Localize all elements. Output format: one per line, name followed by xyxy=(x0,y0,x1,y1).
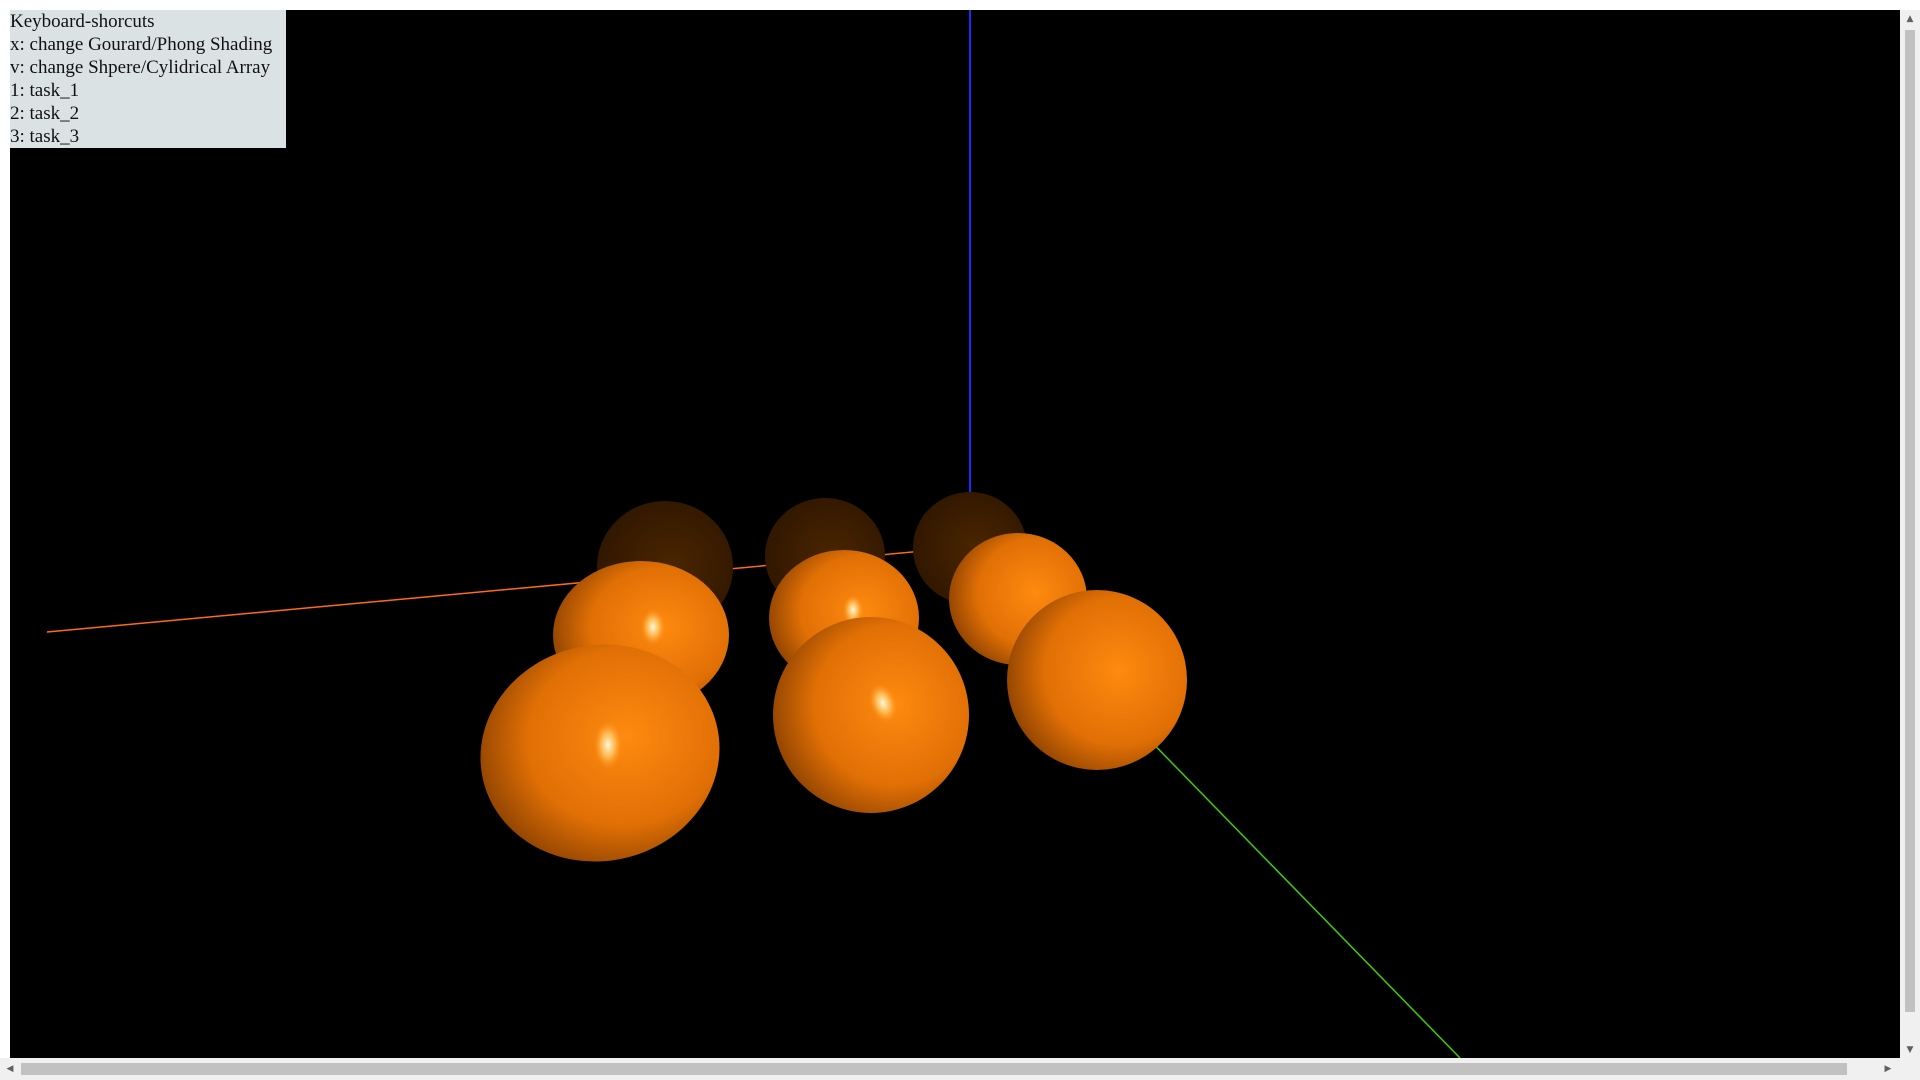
shortcut-task-2: 2: task_2 xyxy=(10,103,80,124)
scene-render[interactable] xyxy=(10,10,1900,1058)
shortcut-array: v: change Shpere/Cylidrical Array xyxy=(10,57,271,78)
shortcut-shading: x: change Gourard/Phong Shading xyxy=(10,34,273,55)
horizontal-scrollbar[interactable]: ◀ ▶ xyxy=(0,1058,1920,1080)
y-axis-line xyxy=(1131,721,1461,1058)
horizontal-scroll-thumb[interactable] xyxy=(21,1063,1847,1075)
sphere-front-center xyxy=(773,617,969,813)
vertical-scroll-thumb[interactable] xyxy=(1905,30,1915,1012)
webgl-canvas[interactable] xyxy=(10,10,1900,1058)
scroll-down-arrow-icon[interactable]: ▼ xyxy=(1900,1041,1920,1058)
scroll-right-arrow-icon[interactable]: ▶ xyxy=(1878,1058,1898,1080)
sphere-front-right xyxy=(1007,590,1187,770)
shortcut-task-3: 3: task_3 xyxy=(10,126,80,147)
scroll-up-arrow-icon[interactable]: ▲ xyxy=(1900,10,1920,27)
sphere-middle-left-highlight xyxy=(641,609,665,645)
shortcut-task-1: 1: task_1 xyxy=(10,80,80,101)
keyboard-shortcuts-panel: Keyboard-shorcuts x: change Gourard/Phon… xyxy=(10,10,286,148)
shortcuts-title: Keyboard-shorcuts xyxy=(10,11,155,32)
sphere-front-left-highlight xyxy=(594,721,622,769)
vertical-scrollbar[interactable]: ▲ ▼ xyxy=(1900,10,1920,1058)
scroll-left-arrow-icon[interactable]: ◀ xyxy=(0,1058,20,1080)
